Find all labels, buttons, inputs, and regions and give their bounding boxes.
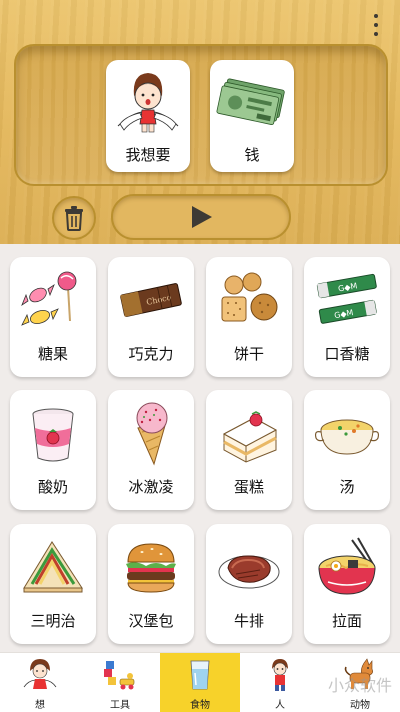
item-card-chocolate[interactable]: Choco 巧克力 xyxy=(108,257,194,377)
tab-animals[interactable]: 动物 xyxy=(320,653,400,712)
tab-tools[interactable]: 工具 xyxy=(80,653,160,712)
sentence-tray: 我想要 钱 xyxy=(14,44,388,186)
item-label: 拉面 xyxy=(331,612,362,630)
sentence-strip-area: 我想要 钱 xyxy=(0,0,400,244)
item-card-steak[interactable]: 牛排 xyxy=(206,524,292,644)
glass-of-water-icon xyxy=(190,660,210,690)
dog-icon xyxy=(344,658,373,689)
play-icon xyxy=(192,206,212,228)
item-card-candy[interactable]: 糖果 xyxy=(10,257,96,377)
item-card-soup[interactable]: 汤 xyxy=(304,390,390,510)
cookies-icon xyxy=(221,272,278,322)
item-card-yogurt[interactable]: 酸奶 xyxy=(10,390,96,510)
soup-icon xyxy=(314,419,380,455)
tab-label: 工具 xyxy=(110,700,130,711)
tab-label: 想 xyxy=(35,700,45,711)
item-label: 牛排 xyxy=(233,612,264,630)
tab-people[interactable]: 人 xyxy=(240,653,320,712)
item-label: 巧克力 xyxy=(128,345,174,363)
clear-sentence-button[interactable] xyxy=(52,196,96,240)
speak-sentence-button[interactable] xyxy=(111,194,291,240)
item-card-cookies[interactable]: 饼干 xyxy=(206,257,292,377)
girl-arms-open-icon xyxy=(117,73,179,133)
yogurt-icon xyxy=(32,408,74,462)
item-label: 酸奶 xyxy=(37,478,68,496)
item-label: 蛋糕 xyxy=(233,478,264,496)
item-card-chewing-gum[interactable]: G◆M G◆M 口香糖 xyxy=(304,257,390,377)
trash-icon xyxy=(65,206,83,231)
candy-icon xyxy=(21,271,77,326)
more-options-icon[interactable] xyxy=(372,14,380,36)
cake-icon xyxy=(222,411,278,463)
item-label: 口香糖 xyxy=(324,345,370,363)
sentence-card-i-want[interactable]: 我想要 xyxy=(106,60,190,172)
item-card-hamburger[interactable]: 汉堡包 xyxy=(108,524,194,644)
tab-label: 动物 xyxy=(350,700,370,711)
girl-icon xyxy=(23,659,57,689)
item-label: 饼干 xyxy=(233,345,264,363)
tab-label: 食物 xyxy=(190,700,210,711)
item-grid: 糖果 Choco 巧克力 饼干 G◆M G◆M 口香糖 酸奶 冰激凌 蛋糕 汤 … xyxy=(0,244,400,652)
sentence-card-label: 我想要 xyxy=(125,146,171,164)
ice-cream-icon xyxy=(136,402,168,466)
chocolate-icon: Choco xyxy=(120,283,182,317)
item-label: 冰激凌 xyxy=(128,478,174,496)
tab-food[interactable]: 食物 xyxy=(160,653,240,712)
sentence-card-label: 钱 xyxy=(244,146,260,164)
person-icon xyxy=(272,659,288,691)
money-banknotes-icon xyxy=(216,78,285,125)
item-card-cake[interactable]: 蛋糕 xyxy=(206,390,292,510)
steak-icon xyxy=(218,555,280,589)
sentence-card-money[interactable]: 钱 xyxy=(210,60,294,172)
item-label: 汉堡包 xyxy=(128,612,174,630)
chewing-gum-icon: G◆M G◆M xyxy=(316,273,377,324)
toys-icon xyxy=(104,661,135,690)
item-card-ice-cream[interactable]: 冰激凌 xyxy=(108,390,194,510)
item-label: 糖果 xyxy=(37,345,68,363)
tab-want[interactable]: 想 xyxy=(0,653,80,712)
item-label: 三明治 xyxy=(30,612,76,630)
item-card-ramen[interactable]: 拉面 xyxy=(304,524,390,644)
ramen-icon xyxy=(318,537,376,595)
item-label: 汤 xyxy=(339,478,355,496)
item-card-sandwich[interactable]: 三明治 xyxy=(10,524,96,644)
tab-label: 人 xyxy=(275,700,285,711)
category-tab-bar: 想 工具 食物 人 动物 xyxy=(0,652,400,712)
sandwich-icon xyxy=(23,541,83,593)
hamburger-icon xyxy=(126,543,176,593)
